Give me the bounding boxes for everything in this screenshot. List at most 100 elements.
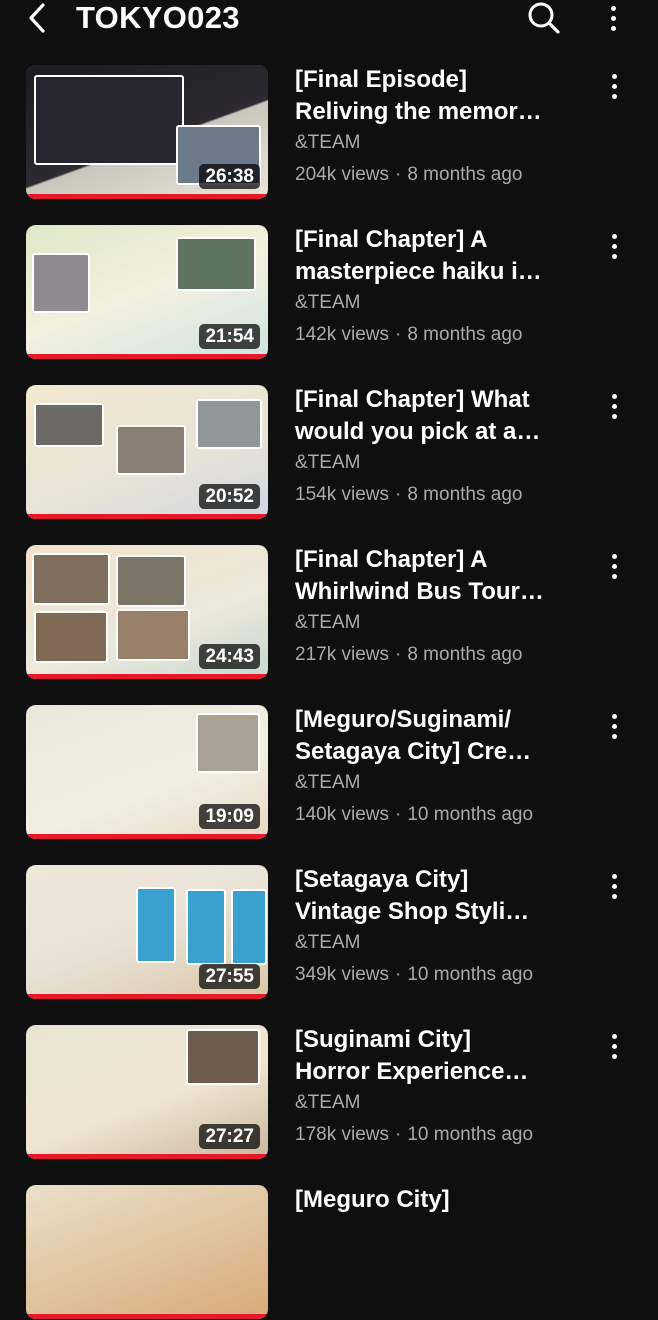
more-vertical-icon (611, 553, 617, 579)
video-meta: [Meguro City] (295, 1184, 585, 1216)
video-meta: [Final Chapter] What would you pick at a…… (295, 384, 585, 508)
duration-badge: 26:38 (199, 164, 260, 189)
watched-progress-bar (26, 834, 268, 839)
separator-dot: · (395, 804, 402, 825)
video-meta: [Final Chapter] Amasterpiece haiku i… &TE… (295, 224, 585, 348)
video-title-line-2[interactable]: Setagaya City] Cre… (295, 736, 575, 768)
video-title-line-2[interactable]: Whirlwind Bus Tour… (295, 576, 575, 608)
video-row[interactable]: [Meguro City] (0, 1184, 658, 1320)
upload-age: 8 months ago (407, 324, 523, 345)
upload-age: 10 months ago (407, 804, 534, 825)
view-count: 142k views (295, 324, 389, 345)
page-title: TOKYO023 (76, 0, 240, 35)
view-count: 140k views (295, 804, 389, 825)
upload-age: 8 months ago (407, 644, 523, 665)
channel-name: &TEAM (295, 772, 361, 793)
separator-dot: · (395, 964, 402, 985)
video-thumbnail[interactable]: 27:27 (26, 1025, 268, 1159)
watched-progress-bar (26, 514, 268, 519)
video-meta: [Setagaya City] Vintage Shop Styli… &TEAM 3… (295, 864, 585, 988)
channel-name: &TEAM (295, 612, 361, 633)
watched-progress-bar (26, 194, 268, 199)
video-more-button[interactable] (600, 226, 628, 266)
video-meta: [Suginami City] Horror Experience… &TEAM 17… (295, 1024, 585, 1148)
video-stats: 349k views · 10 months ago (295, 962, 585, 988)
separator-dot: · (395, 484, 402, 505)
top-app-bar: TOKYO023 (0, 0, 658, 40)
search-button[interactable] (524, 0, 564, 38)
arrow-left-icon (29, 3, 45, 33)
video-stats: 178k views · 10 months ago (295, 1122, 585, 1148)
video-row[interactable]: 19:09 [Meguro/Suginami/Setagaya City] Cre… (0, 704, 658, 840)
channel-name: &TEAM (295, 1092, 361, 1113)
video-thumbnail[interactable]: 19:09 (26, 705, 268, 839)
video-row[interactable]: 27:27 [Suginami City] Horror Experience… &T… (0, 1024, 658, 1160)
search-icon (528, 2, 560, 34)
video-more-button[interactable] (600, 386, 628, 426)
video-thumbnail[interactable] (26, 1185, 268, 1319)
video-title-line-1[interactable]: [Suginami City] (295, 1024, 575, 1056)
view-count: 204k views (295, 164, 389, 185)
back-button[interactable] (20, 0, 56, 36)
video-stats: 217k views · 8 months ago (295, 642, 585, 668)
more-vertical-icon (611, 73, 617, 99)
video-more-button[interactable] (600, 866, 628, 906)
video-row[interactable]: 20:52 [Final Chapter] What would you pick … (0, 384, 658, 520)
channel-name: &TEAM (295, 132, 361, 153)
video-stats: 204k views · 8 months ago (295, 162, 585, 188)
view-count: 217k views (295, 644, 389, 665)
video-more-button[interactable] (600, 66, 628, 106)
video-title-line-2[interactable]: Horror Experience… (295, 1056, 575, 1088)
video-title-line-1[interactable]: [Meguro City] (295, 1184, 575, 1216)
video-meta: [Final Episode] Reliving the memor… &TEAM 2… (295, 64, 585, 188)
video-thumbnail[interactable]: 21:54 (26, 225, 268, 359)
separator-dot: · (395, 324, 402, 345)
duration-badge: 21:54 (199, 324, 260, 349)
upload-age: 8 months ago (407, 164, 523, 185)
video-title-line-2[interactable]: Vintage Shop Styli… (295, 896, 575, 928)
video-thumbnail[interactable]: 26:38 (26, 65, 268, 199)
watched-progress-bar (26, 1314, 268, 1319)
video-title-line-2[interactable]: would you pick at a… (295, 416, 575, 448)
more-vertical-icon (611, 873, 617, 899)
video-title-line-1[interactable]: [Final Episode] (295, 64, 575, 96)
upload-age: 10 months ago (407, 1124, 534, 1145)
view-count: 349k views (295, 964, 389, 985)
duration-badge: 19:09 (199, 804, 260, 829)
video-meta: [Final Chapter] A Whirlwind Bus Tour… &TEA… (295, 544, 585, 668)
duration-badge: 27:27 (199, 1124, 260, 1149)
more-vertical-icon (611, 393, 617, 419)
video-more-button[interactable] (600, 546, 628, 586)
more-vertical-icon (611, 713, 617, 739)
video-stats: 154k views · 8 months ago (295, 482, 585, 508)
video-row[interactable]: 26:38 [Final Episode] Reliving the memor… &… (0, 64, 658, 200)
video-row[interactable]: 24:43 [Final Chapter] A Whirlwind Bus Tour… (0, 544, 658, 680)
view-count: 178k views (295, 1124, 389, 1145)
video-thumbnail[interactable]: 27:55 (26, 865, 268, 999)
video-thumbnail[interactable]: 24:43 (26, 545, 268, 679)
video-more-button[interactable] (600, 706, 628, 746)
video-title-line-2[interactable]: masterpiece haiku i… (295, 256, 575, 288)
watched-progress-bar (26, 354, 268, 359)
video-thumbnail[interactable]: 20:52 (26, 385, 268, 519)
video-title-line-1[interactable]: [Meguro/Suginami/ (295, 704, 575, 736)
duration-badge: 24:43 (199, 644, 260, 669)
video-title-line-1[interactable]: [Final Chapter] A (295, 544, 575, 576)
video-row[interactable]: 21:54 [Final Chapter] Amasterpiece haiku … (0, 224, 658, 360)
video-title-line-1[interactable]: [Final Chapter] What (295, 384, 575, 416)
video-meta: [Meguro/Suginami/Setagaya City] Cre… &TEA… (295, 704, 585, 828)
video-more-button[interactable] (600, 1026, 628, 1066)
watched-progress-bar (26, 1154, 268, 1159)
upload-age: 8 months ago (407, 484, 523, 505)
video-stats: 140k views · 10 months ago (295, 802, 585, 828)
separator-dot: · (395, 1124, 402, 1145)
video-title-line-1[interactable]: [Final Chapter] A (295, 224, 575, 256)
channel-name: &TEAM (295, 932, 361, 953)
channel-name: &TEAM (295, 292, 361, 313)
video-title-line-2[interactable]: Reliving the memor… (295, 96, 575, 128)
video-title-line-1[interactable]: [Setagaya City] (295, 864, 575, 896)
channel-name: &TEAM (295, 452, 361, 473)
video-stats: 142k views · 8 months ago (295, 322, 585, 348)
video-row[interactable]: 27:55 [Setagaya City] Vintage Shop Styli… &… (0, 864, 658, 1000)
more-options-button[interactable] (598, 0, 628, 38)
